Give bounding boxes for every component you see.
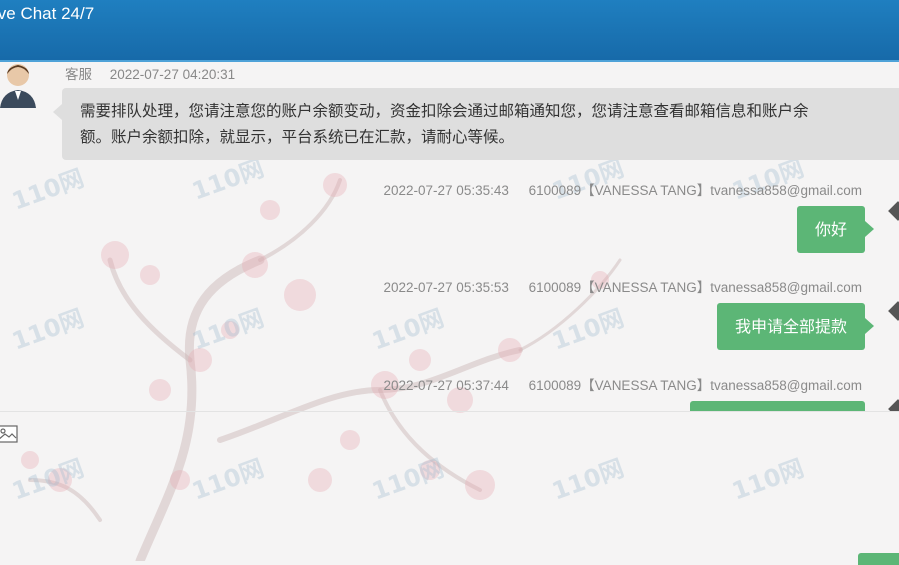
user-avatar [888,301,899,321]
send-button[interactable] [858,553,899,565]
watermark: 110网 [548,454,628,506]
watermark: 110网 [368,454,448,506]
agent-message-bubble: 需要排队处理，您请注意您的账户余额变动，资金扣除会通过邮箱通知您，您请注意查看邮… [53,88,899,160]
user-message-bubble: 我申请全部提款 [716,303,875,350]
input-divider [0,411,899,412]
watermark: 110网 [188,454,268,506]
user-timestamp: 2022-07-27 05:35:53 [383,280,509,295]
chat-header: ive Chat 24/7 [0,0,899,62]
agent-message-line: 额。账户余额扣除，就显示，平台系统已在汇款，请耐心等候。 [80,128,515,146]
watermark: 110网 [8,454,88,506]
user-timestamp: 2022-07-27 05:37:44 [383,378,509,393]
user-message-meta: 2022-07-27 05:35:43 6100089【VANESSA TANG… [384,179,863,199]
user-message-bubble: 你好 [796,206,875,253]
chat-title: ive Chat 24/7 [0,4,95,23]
image-icon[interactable] [0,425,18,443]
agent-avatar-icon [0,64,36,108]
user-sender: 6100089【VANESSA TANG】tvanessa858@gmail.c… [528,378,862,393]
message-list[interactable]: 客服 2022-07-27 04:20:31 需要排队处理，您请注意您的账户余额… [0,62,899,412]
user-sender: 6100089【VANESSA TANG】tvanessa858@gmail.c… [528,280,862,295]
user-message-meta: 2022-07-27 05:37:44 6100089【VANESSA TANG… [384,374,863,394]
agent-message-line: 需要排队处理，您请注意您的账户余额变动，资金扣除会通过邮箱通知您，您请注意查看邮… [80,102,809,120]
user-timestamp: 2022-07-27 05:35:43 [383,183,509,198]
user-sender: 6100089【VANESSA TANG】tvanessa858@gmail.c… [528,183,862,198]
watermark: 110网 [728,454,808,506]
agent-meta: 客服 2022-07-27 04:20:31 [65,63,235,83]
user-avatar [888,201,899,221]
agent-timestamp: 2022-07-27 04:20:31 [109,67,236,82]
agent-name: 客服 [65,67,92,82]
user-message-meta: 2022-07-27 05:35:53 6100089【VANESSA TANG… [384,276,863,296]
